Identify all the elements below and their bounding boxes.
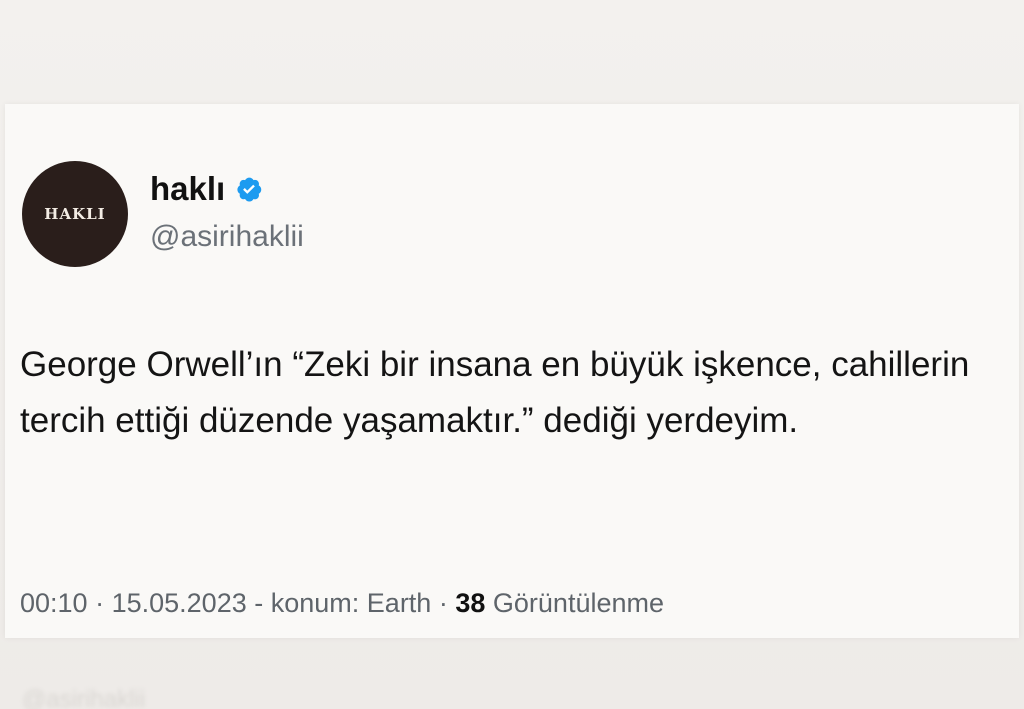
tweet-text: George Orwell’ın “Zeki bir insana en büy… (20, 345, 970, 440)
meta-separator: · (438, 588, 456, 618)
screenshot-page: HAKLI haklı @asirihaklii George Orwell’ı… (0, 0, 1024, 709)
display-name[interactable]: haklı (150, 170, 225, 208)
verified-badge-icon (235, 175, 263, 203)
author-handle[interactable]: @asirihaklii (150, 220, 304, 254)
avatar-logo-text: HAKLI (44, 205, 106, 223)
views-label: Görüntülenme (492, 588, 665, 618)
avatar[interactable]: HAKLI (22, 161, 128, 267)
meta-separator: · (95, 588, 112, 618)
views-count: 38 (455, 588, 486, 618)
tweet-time[interactable]: 00:10 (20, 588, 88, 618)
tweet-meta: 00:10 · 15.05.2023 - konum: Earth · 38 G… (20, 588, 664, 619)
watermark: @asirihaklii (22, 686, 146, 709)
author-name-row: haklı (150, 170, 263, 208)
tweet-date[interactable]: 15.05.2023 (112, 588, 247, 618)
tweet-location: konum: Earth (270, 588, 432, 618)
meta-dash: - (254, 588, 271, 618)
